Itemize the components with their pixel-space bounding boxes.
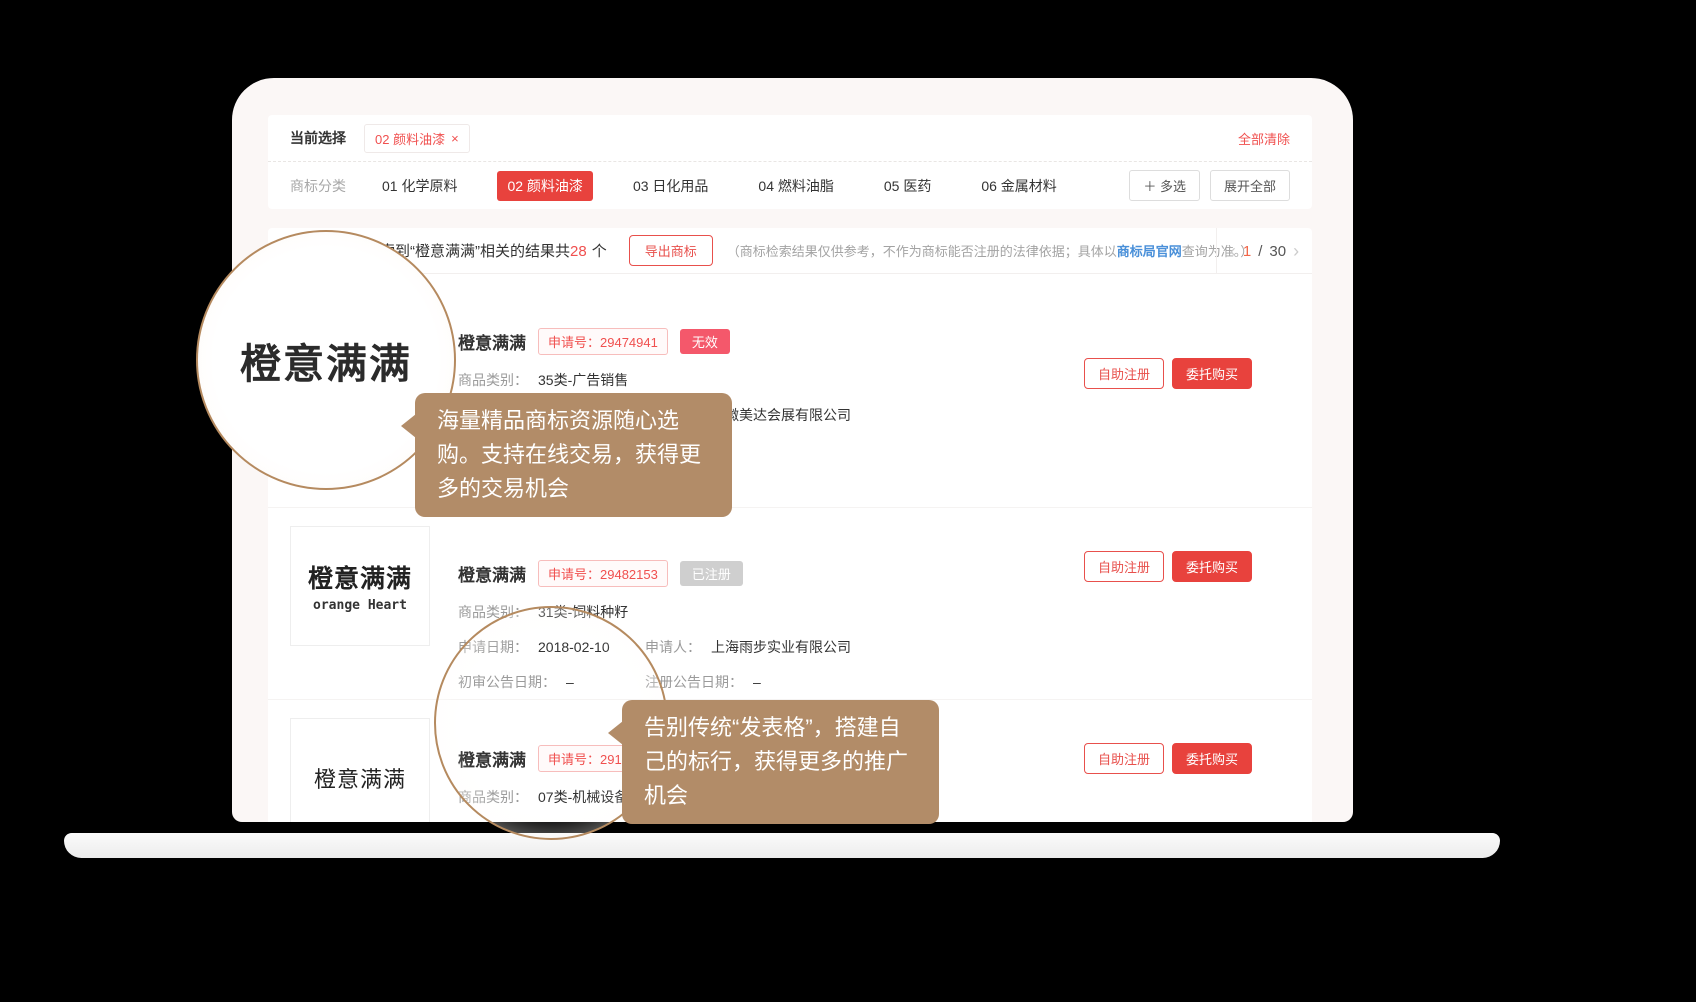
entrust-purchase-button[interactable]: 委托购买	[1172, 743, 1252, 774]
total-pages: 30	[1269, 243, 1286, 260]
selected-filter-tag[interactable]: 02 颜料油漆 ×	[364, 124, 470, 153]
remove-filter-icon[interactable]: ×	[451, 131, 459, 146]
field-value: 安徽美达会展有限公司	[711, 407, 851, 423]
application-number-badge: 申请号：29482153	[538, 560, 668, 587]
table-row: 橙意满满 orange Heart 橙意满满 申请号：29482153 已注册 …	[268, 508, 1312, 700]
category-item-01[interactable]: 01 化学原料	[372, 171, 467, 201]
magnified-trademark-text: 橙意满满	[240, 330, 412, 390]
callout-text: 告别传统“发表格”，搭建自己的标行，获得更多的推广机会	[644, 715, 908, 808]
category-tools: ＋ 多选 展开全部	[1129, 170, 1290, 201]
expand-all-button[interactable]: 展开全部	[1210, 170, 1290, 201]
field-value: 07类-机械设备	[538, 789, 628, 805]
disclaimer-text-pre: （商标检索结果仅供参考，不作为商标能否注册的法律依据；具体以	[727, 244, 1117, 259]
field-line: 商品类别： 31类-饲料种籽	[458, 602, 851, 622]
status-badge: 已注册	[680, 561, 743, 586]
category-item-06[interactable]: 06 金属材料	[971, 171, 1066, 201]
category-item-05[interactable]: 05 医药	[874, 171, 941, 201]
status-badge: 无效	[680, 329, 730, 354]
current-selection-row: 当前选择 02 颜料油漆 × 全部清除	[268, 115, 1312, 162]
page: 当前选择 02 颜料油漆 × 全部清除 商标分类 01 化学原料 02 颜料油漆…	[0, 0, 1696, 1002]
results-header: 当前分类下检索到“橙意满满”相关的结果共28个 导出商标 （商标检索结果仅供参考…	[268, 228, 1312, 274]
field-label: 初审公告日期：	[458, 674, 556, 690]
trademark-image-subtext: orange Heart	[313, 598, 407, 613]
row-actions: 自助注册 委托购买	[1084, 551, 1252, 582]
callout-bubble-trade: 海量精品商标资源随心选购。支持在线交易，获得更多的交易机会	[415, 393, 732, 517]
trademark-office-link[interactable]: 商标局官网	[1117, 244, 1182, 259]
row-title-line: 橙意满满 申请号：29474941 无效	[458, 328, 851, 355]
field-value: 2018-02-10	[538, 639, 610, 655]
field-line: 申请日期： 2018-02-10 申请人： 上海雨步实业有限公司	[458, 637, 851, 657]
selected-filter-tag-label: 02 颜料油漆	[375, 129, 445, 148]
field-label: 申请人：	[645, 639, 701, 655]
self-register-button[interactable]: 自助注册	[1084, 551, 1164, 582]
entrust-purchase-button[interactable]: 委托购买	[1172, 551, 1252, 582]
field-label: 注册公告日期：	[645, 674, 743, 690]
field-value: –	[753, 674, 761, 690]
category-item-03[interactable]: 03 日化用品	[623, 171, 718, 201]
application-number-badge: 申请号：29474941	[538, 328, 668, 355]
field-value: 31类-饲料种籽	[538, 604, 628, 620]
category-item-02-active[interactable]: 02 颜料油漆	[497, 171, 592, 201]
trademark-name: 橙意满满	[458, 561, 526, 586]
results-unit: 个	[592, 243, 607, 260]
page-separator: /	[1258, 243, 1262, 260]
results-count: 28	[570, 243, 587, 260]
current-page: 1	[1243, 243, 1251, 260]
self-register-button[interactable]: 自助注册	[1084, 743, 1164, 774]
prev-page-icon[interactable]: ‹	[1230, 242, 1236, 260]
callout-text: 海量精品商标资源随心选购。支持在线交易，获得更多的交易机会	[437, 408, 701, 501]
trademark-image: 橙意满满	[290, 718, 430, 822]
results-disclaimer: （商标检索结果仅供参考，不作为商标能否注册的法律依据；具体以商标局官网查询为准。…	[727, 241, 1254, 260]
filter-panel: 当前选择 02 颜料油漆 × 全部清除 商标分类 01 化学原料 02 颜料油漆…	[268, 115, 1312, 209]
field-label: 申请日期：	[458, 639, 528, 655]
row-actions: 自助注册 委托购买	[1084, 358, 1252, 389]
category-item-04[interactable]: 04 燃料油脂	[748, 171, 843, 201]
trademark-image-text: 橙意满满	[308, 559, 412, 595]
self-register-button[interactable]: 自助注册	[1084, 358, 1164, 389]
field-line: 商品类别： 35类-广告销售	[458, 370, 851, 390]
trademark-name: 橙意满满	[458, 746, 526, 771]
laptop-base	[64, 833, 1500, 858]
callout-bubble-promotion: 告别传统“发表格”，搭建自己的标行，获得更多的推广机会	[622, 700, 939, 824]
row-content: 橙意满满 申请号：29482153 已注册 商品类别： 31类-饲料种籽 申请日期…	[458, 526, 851, 699]
next-page-icon[interactable]: ›	[1293, 242, 1299, 260]
category-row-label: 商标分类	[290, 176, 346, 196]
field-label: 商品类别：	[458, 789, 528, 805]
field-value: –	[566, 674, 574, 690]
entrust-purchase-button[interactable]: 委托购买	[1172, 358, 1252, 389]
category-row: 商标分类 01 化学原料 02 颜料油漆 03 日化用品 04 燃料油脂 05 …	[268, 162, 1312, 209]
pagination: ‹ 1 / 30 ›	[1216, 228, 1312, 274]
trademark-image: 橙意满满 orange Heart	[290, 526, 430, 646]
row-title-line: 橙意满满 申请号：29482153 已注册	[458, 560, 851, 587]
field-line: 初审公告日期：– 注册公告日期：–	[458, 672, 851, 692]
field-value: 35类-广告销售	[538, 372, 628, 388]
export-trademarks-button[interactable]: 导出商标	[629, 235, 713, 266]
trademark-name: 橙意满满	[458, 329, 526, 354]
field-label: 商品类别：	[458, 604, 528, 620]
clear-all-link[interactable]: 全部清除	[1238, 129, 1290, 148]
multi-select-button[interactable]: ＋ 多选	[1129, 170, 1200, 201]
current-selection-label: 当前选择	[290, 128, 346, 148]
trademark-image-text: 橙意满满	[314, 762, 406, 794]
field-value: 上海雨步实业有限公司	[711, 639, 851, 655]
row-actions: 自助注册 委托购买	[1084, 743, 1252, 774]
field-label: 商品类别：	[458, 372, 528, 388]
